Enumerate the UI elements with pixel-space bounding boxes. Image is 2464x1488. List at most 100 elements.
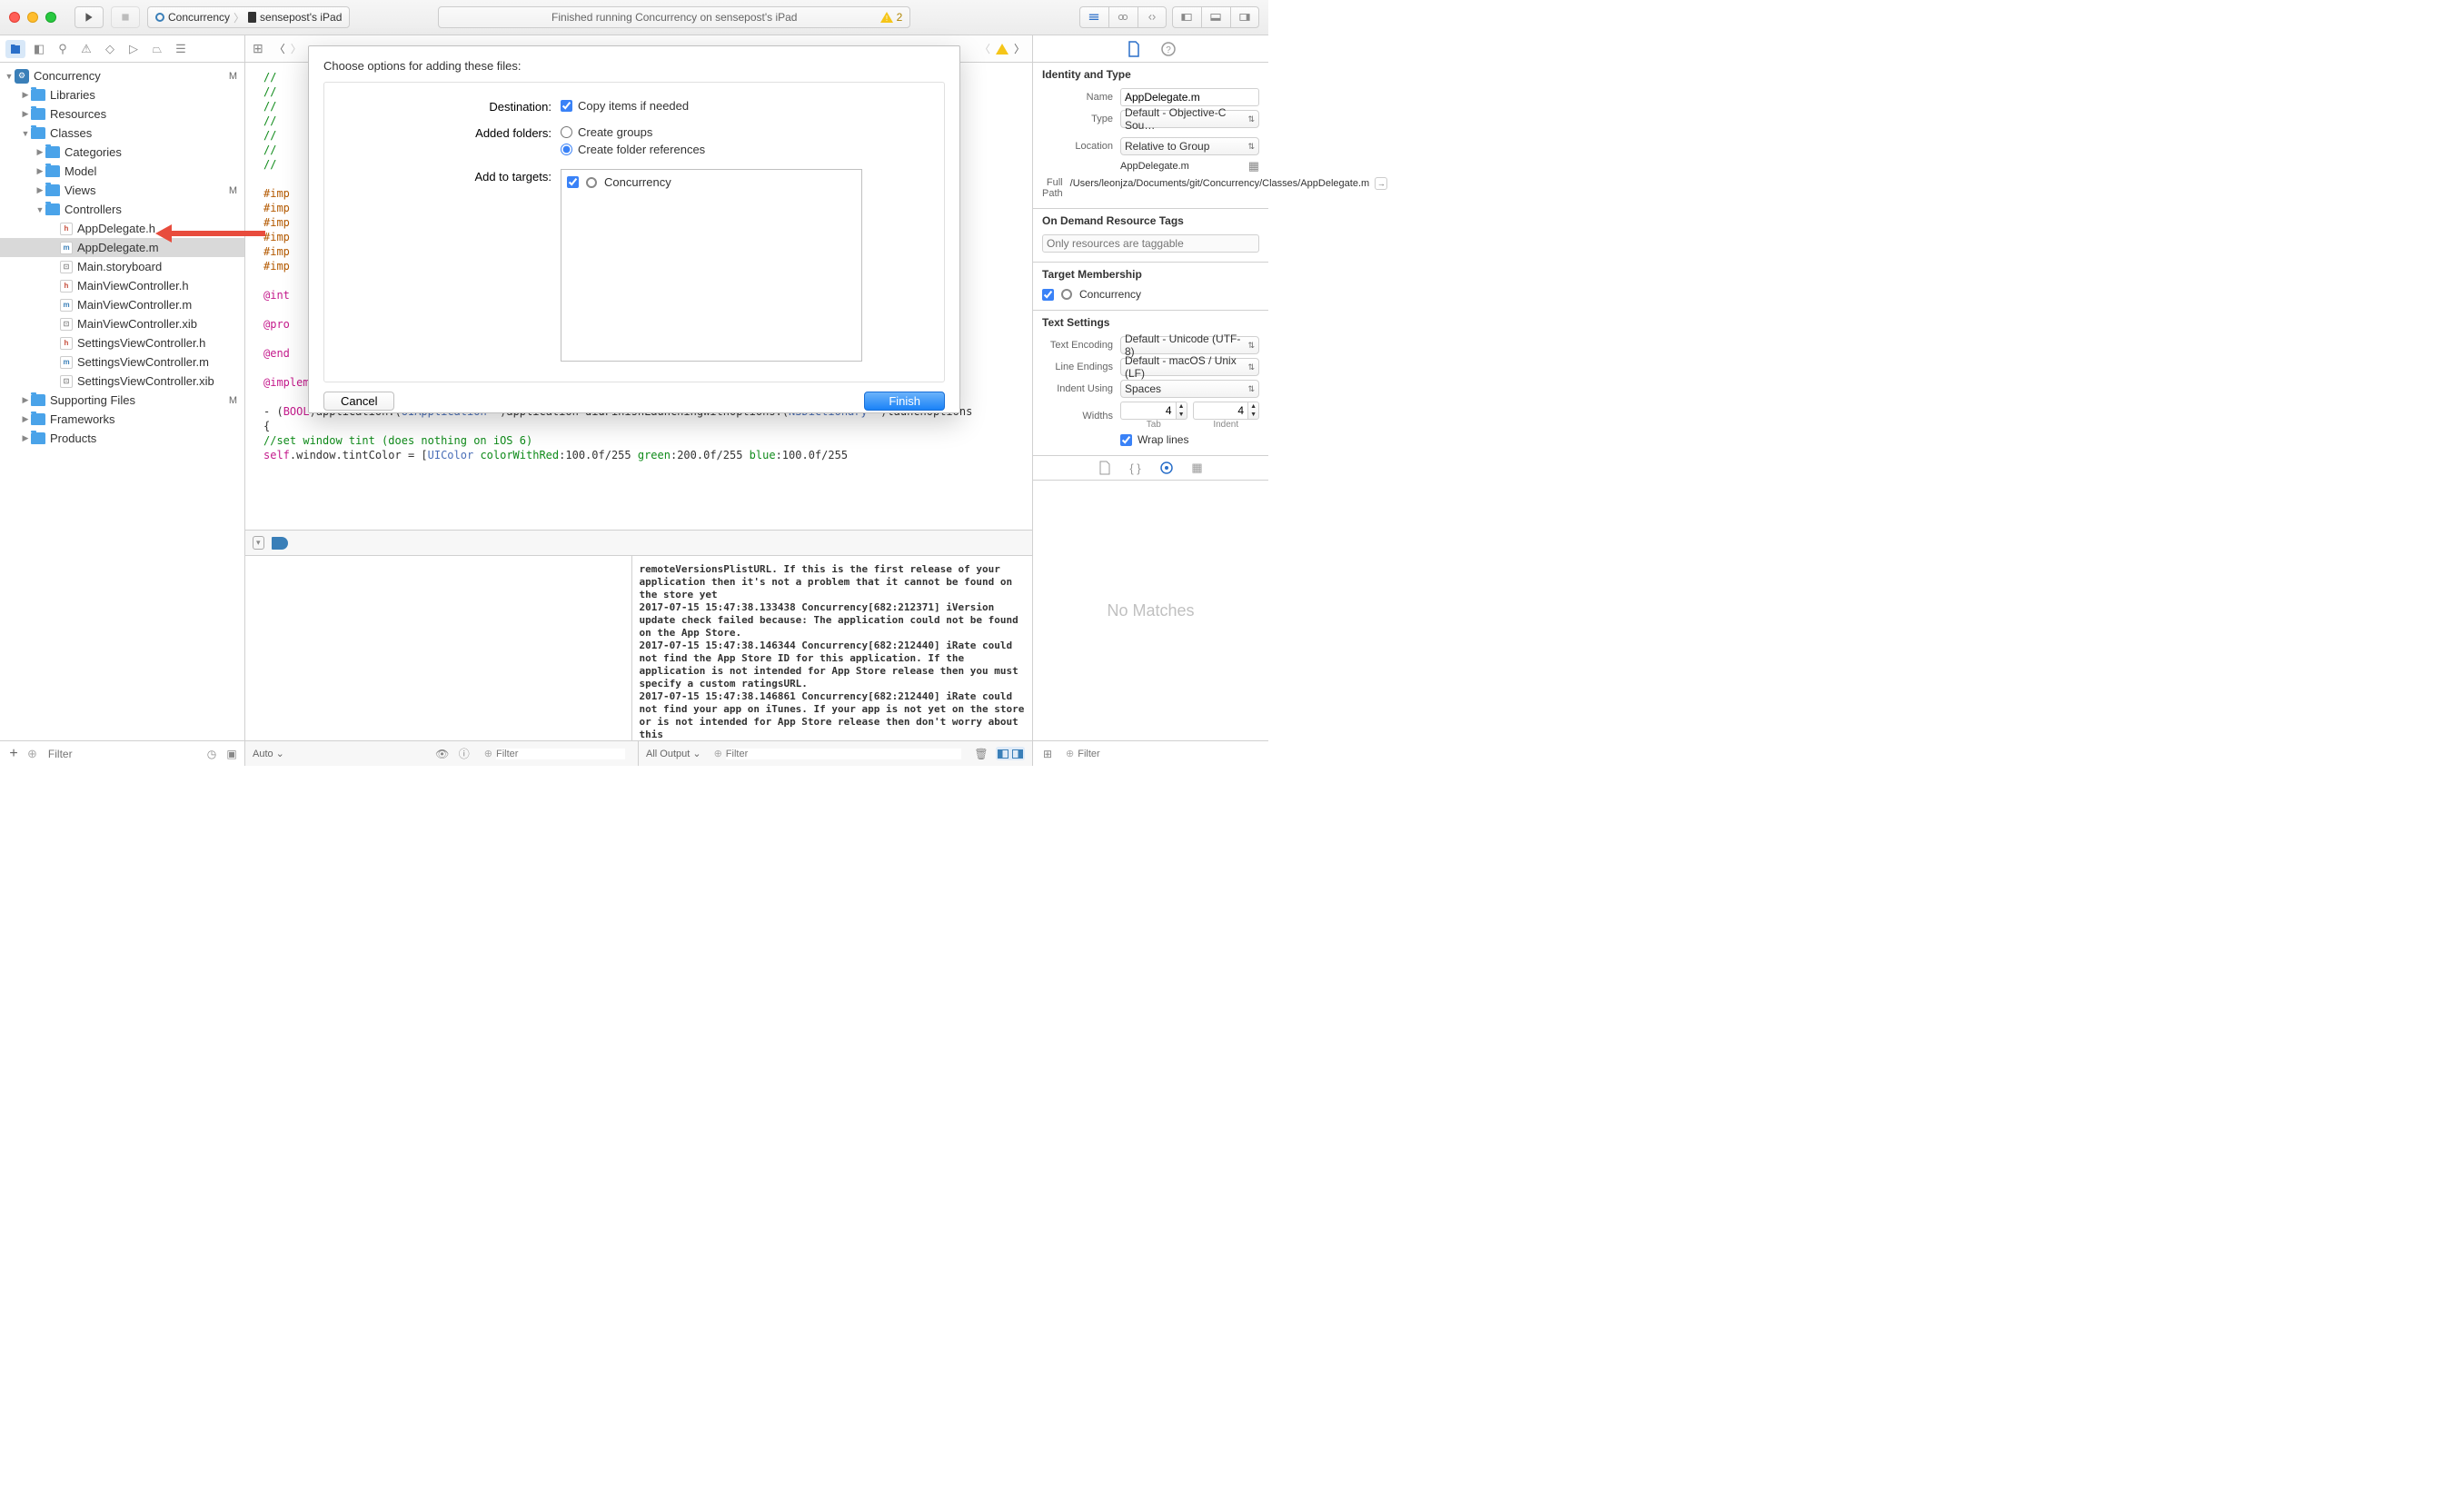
code-snippet-library-tab[interactable]: { } — [1127, 459, 1145, 477]
show-vars-pane-icon[interactable] — [996, 747, 1010, 760]
console-filter-input[interactable] — [726, 749, 961, 759]
variables-scope-popup[interactable]: Auto ⌄ — [253, 748, 284, 759]
next-issue-forward-icon[interactable]: 〉 — [1014, 41, 1025, 56]
copy-items-checkbox[interactable] — [561, 100, 572, 112]
print-description-icon[interactable]: ⓘ — [457, 747, 472, 761]
find-navigator-tab[interactable]: ⚲ — [53, 40, 73, 58]
tree-item[interactable]: ⊡Main.storyboard — [0, 257, 244, 276]
filter-scope-icon[interactable]: ⊕ — [27, 747, 37, 761]
library-view-icon[interactable]: ⊞ — [1040, 747, 1055, 761]
history-back-icon[interactable]: 〈 — [274, 41, 285, 56]
tree-item[interactable]: hAppDelegate.h — [0, 219, 244, 238]
minimize-window-icon[interactable] — [27, 12, 38, 23]
version-editor-button[interactable] — [1138, 6, 1167, 28]
create-groups-radio[interactable] — [561, 126, 572, 138]
test-navigator-tab[interactable]: ◇ — [100, 40, 120, 58]
issue-navigator-tab[interactable]: ⚠ — [76, 40, 96, 58]
warning-indicator[interactable]: ! 2 — [880, 11, 903, 24]
stop-button[interactable] — [111, 6, 140, 28]
toggle-debug-button[interactable] — [1201, 6, 1230, 28]
quick-help-tab[interactable]: ? — [1158, 39, 1178, 59]
project-row[interactable]: ▼ ⚙ Concurrency M — [0, 66, 244, 85]
report-navigator-tab[interactable]: ☰ — [171, 40, 191, 58]
tree-item[interactable]: ⊡MainViewController.xib — [0, 314, 244, 333]
tree-item[interactable]: mSettingsViewController.m — [0, 352, 244, 372]
zoom-window-icon[interactable] — [45, 12, 56, 23]
tree-item[interactable]: ▶Frameworks — [0, 410, 244, 429]
file-template-library-tab[interactable] — [1096, 459, 1114, 477]
cancel-button[interactable]: Cancel — [323, 392, 394, 411]
tree-item[interactable]: ▶Products — [0, 429, 244, 448]
file-tree[interactable]: ▼ ⚙ Concurrency M ▶Libraries▶Resources▼C… — [0, 63, 244, 740]
tree-item[interactable]: ▶Model — [0, 162, 244, 181]
toggle-navigator-button[interactable] — [1172, 6, 1201, 28]
console-filter[interactable]: ⊕ — [709, 747, 967, 760]
tree-item[interactable]: hSettingsViewController.h — [0, 333, 244, 352]
navigator-filter-input[interactable] — [43, 746, 199, 762]
file-inspector-tab[interactable] — [1124, 39, 1144, 59]
encoding-select[interactable]: Default - Unicode (UTF-8)⇅ — [1120, 336, 1259, 354]
tab-width-input[interactable] — [1120, 402, 1176, 420]
run-button[interactable] — [75, 6, 104, 28]
scm-filter-icon[interactable]: ▣ — [224, 747, 239, 761]
issue-warning-icon[interactable] — [996, 44, 1008, 55]
variables-view[interactable] — [245, 556, 632, 740]
variables-filter-input[interactable] — [496, 749, 625, 759]
breakpoint-navigator-tab[interactable]: ⏢ — [147, 40, 167, 58]
add-files-dialog: Choose options for adding these files: D… — [308, 45, 960, 413]
history-forward-icon[interactable]: 〉 — [291, 41, 302, 56]
standard-editor-button[interactable] — [1079, 6, 1108, 28]
file-name-input[interactable] — [1120, 88, 1259, 106]
tree-item[interactable]: mMainViewController.m — [0, 295, 244, 314]
target-checkbox[interactable] — [1042, 289, 1054, 301]
close-window-icon[interactable] — [9, 12, 20, 23]
variables-filter[interactable]: ⊕ — [479, 747, 631, 760]
tree-item[interactable]: ⊡SettingsViewController.xib — [0, 372, 244, 391]
tree-item[interactable]: mAppDelegate.m — [0, 238, 244, 257]
indent-using-select[interactable]: Spaces⇅ — [1120, 380, 1259, 398]
assistant-editor-button[interactable] — [1108, 6, 1138, 28]
console-scope-popup[interactable]: All Output ⌄ — [646, 748, 701, 759]
tree-item[interactable]: ▶ViewsM — [0, 181, 244, 200]
library-filter-input[interactable] — [1078, 749, 1256, 759]
breakpoint-tag-icon[interactable] — [272, 537, 288, 550]
wrap-lines-checkbox[interactable] — [1120, 434, 1132, 446]
tree-item[interactable]: ▼Classes — [0, 124, 244, 143]
editor-mode-segment[interactable] — [1079, 6, 1167, 28]
source-control-navigator-tab[interactable]: ◧ — [29, 40, 49, 58]
tree-item[interactable]: ▼Controllers — [0, 200, 244, 219]
project-navigator-tab[interactable] — [5, 40, 25, 58]
tree-item[interactable]: ▶Resources — [0, 104, 244, 124]
add-file-button[interactable]: + — [5, 746, 22, 762]
next-issue-back-icon[interactable]: 〈 — [979, 41, 990, 56]
create-refs-radio[interactable] — [561, 144, 572, 155]
show-console-pane-icon[interactable] — [1010, 747, 1025, 760]
recent-filter-icon[interactable]: ◷ — [204, 747, 219, 761]
clear-console-icon[interactable]: 🗑 — [974, 747, 989, 761]
finish-button[interactable]: Finish — [864, 392, 945, 411]
tree-item[interactable]: ▶Categories — [0, 143, 244, 162]
object-library-tab[interactable] — [1157, 459, 1176, 477]
debug-navigator-tab[interactable]: ▷ — [124, 40, 144, 58]
panel-visibility-segment[interactable] — [1172, 6, 1259, 28]
targets-list[interactable]: Concurrency — [561, 169, 862, 362]
hide-debug-icon[interactable]: ▾ — [253, 536, 264, 550]
target-row-checkbox[interactable] — [567, 176, 579, 188]
endings-select[interactable]: Default - macOS / Unix (LF)⇅ — [1120, 358, 1259, 376]
tree-item[interactable]: ▶Supporting FilesM — [0, 391, 244, 410]
library-filter[interactable]: ⊕ — [1060, 747, 1261, 760]
choose-file-icon[interactable]: ▦ — [1248, 159, 1259, 174]
quicklook-icon[interactable]: 👁 — [435, 747, 450, 761]
indent-width-input[interactable] — [1193, 402, 1248, 420]
reveal-in-finder-icon[interactable]: → — [1375, 177, 1387, 190]
scheme-selector[interactable]: Concurrency 〉 sensepost's iPad — [147, 6, 350, 28]
related-items-icon[interactable]: ⊞ — [253, 41, 263, 56]
location-select[interactable]: Relative to Group⇅ — [1120, 137, 1259, 155]
file-type-select[interactable]: Default - Objective-C Sou…⇅ — [1120, 110, 1259, 128]
tree-item[interactable]: hMainViewController.h — [0, 276, 244, 295]
media-library-tab[interactable]: ▦ — [1188, 459, 1207, 477]
tree-item[interactable]: ▶Libraries — [0, 85, 244, 104]
debug-pane-toggle[interactable] — [996, 747, 1025, 760]
toggle-inspector-button[interactable] — [1230, 6, 1259, 28]
console-output[interactable]: remoteVersionsPlistURL. If this is the f… — [632, 556, 1033, 740]
